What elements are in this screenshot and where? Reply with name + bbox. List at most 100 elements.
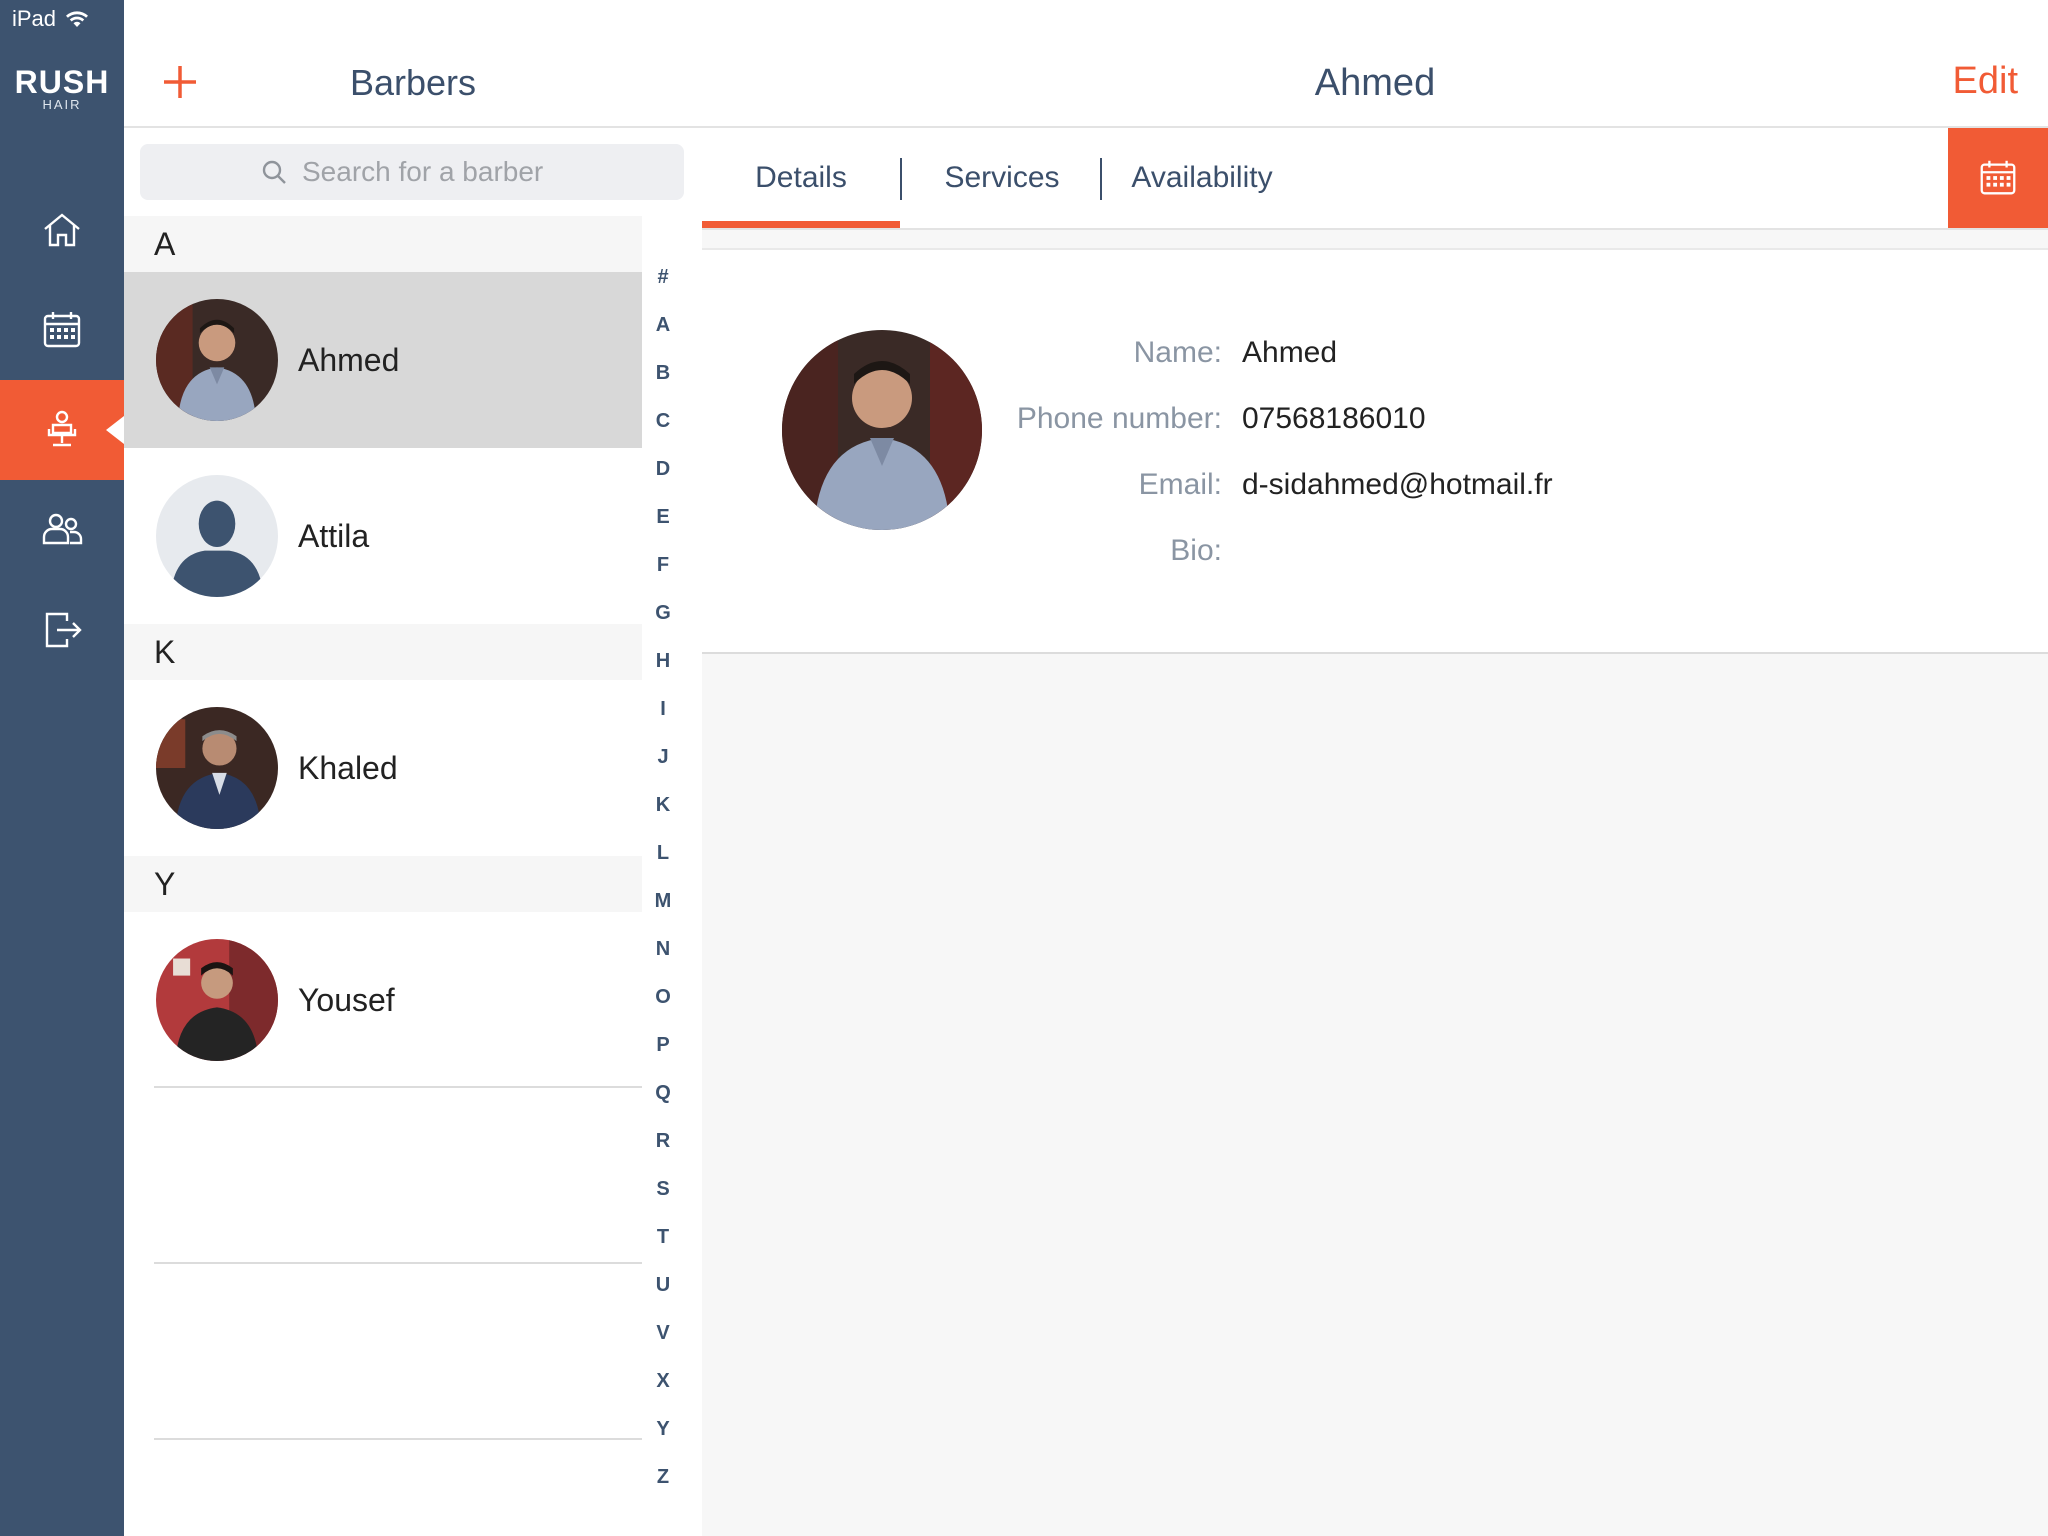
index-letter[interactable]: H xyxy=(648,646,678,694)
field-label: Email: xyxy=(1138,468,1222,501)
search-bar[interactable] xyxy=(140,144,684,200)
list-title: Barbers xyxy=(349,62,477,103)
nav-logout[interactable] xyxy=(0,580,124,680)
barber-name: Ahmed xyxy=(298,341,400,378)
calendar-icon xyxy=(1980,160,2016,195)
avatar-photo xyxy=(156,939,278,1061)
tab-services[interactable]: Services xyxy=(902,128,1102,228)
calendar-button[interactable] xyxy=(1948,128,2048,228)
row-divider xyxy=(154,1262,642,1264)
field-phone: Phone number: 07568186010 xyxy=(952,402,1852,452)
section-letter: K xyxy=(154,634,176,670)
index-letter[interactable]: D xyxy=(648,454,678,502)
index-letter[interactable]: M xyxy=(648,886,678,934)
index-letter[interactable]: F xyxy=(648,550,678,598)
index-letter[interactable]: E xyxy=(648,502,678,550)
default-avatar-icon xyxy=(156,475,278,597)
list-header: Barbers xyxy=(124,42,702,128)
section-letter: A xyxy=(154,226,176,262)
index-letter[interactable]: L xyxy=(648,838,678,886)
field-email: Email: d-sidahmed@hotmail.fr xyxy=(952,468,1852,518)
detail-title: Ahmed xyxy=(1314,62,1436,104)
detail-header: Ahmed Edit xyxy=(702,42,2048,128)
barber-name: Attila xyxy=(298,517,370,554)
index-letter[interactable]: V xyxy=(648,1318,678,1366)
field-bio: Bio: xyxy=(952,534,1852,584)
row-divider xyxy=(154,1086,642,1088)
index-letter[interactable]: P xyxy=(648,1030,678,1078)
index-letter[interactable]: O xyxy=(648,982,678,1030)
index-letter[interactable]: G xyxy=(648,598,678,646)
index-letter[interactable]: X xyxy=(648,1366,678,1414)
index-letter[interactable]: T xyxy=(648,1222,678,1270)
tab-availability[interactable]: Availability xyxy=(1102,128,1302,228)
nav-barbers[interactable] xyxy=(0,380,124,480)
index-letter[interactable]: # xyxy=(648,262,678,310)
field-name: Name: Ahmed xyxy=(952,336,1852,386)
index-letter[interactable]: U xyxy=(648,1270,678,1318)
barber-detail-panel: Ahmed Edit Details Services Availability… xyxy=(702,0,2048,1536)
avatar-photo xyxy=(156,299,278,421)
index-letter[interactable]: K xyxy=(648,790,678,838)
avatar-yousef xyxy=(156,939,278,1061)
barber-name: Yousef xyxy=(298,981,395,1018)
list-item-yousef[interactable]: Yousef xyxy=(124,912,642,1088)
barber-name: Khaled xyxy=(298,749,398,786)
row-divider xyxy=(154,1438,642,1440)
barber-chair-icon xyxy=(47,410,77,447)
index-letter[interactable]: Q xyxy=(648,1078,678,1126)
field-value: 07568186010 xyxy=(1242,402,1426,435)
avatar-photo xyxy=(156,707,278,829)
index-letter[interactable]: J xyxy=(648,742,678,790)
logo-sub: HAIR xyxy=(42,97,82,112)
nav-home[interactable] xyxy=(0,180,124,280)
tab-label: Services xyxy=(944,161,1060,194)
field-label: Bio: xyxy=(1170,534,1222,567)
wifi-icon xyxy=(66,11,89,27)
tabs-bar: Details Services Availability xyxy=(702,128,2048,230)
index-letter[interactable]: R xyxy=(648,1126,678,1174)
home-icon xyxy=(44,213,80,247)
calendar-icon xyxy=(43,312,81,348)
index-letter[interactable]: I xyxy=(648,694,678,742)
nav-calendar[interactable] xyxy=(0,280,124,380)
app-logo: RUSH HAIR xyxy=(0,66,124,112)
index-letter[interactable]: Z xyxy=(648,1462,678,1510)
search-input[interactable] xyxy=(300,155,564,189)
barbers-list-panel: Barbers A Ahmed Attila K Khaled Y xyxy=(124,0,704,1536)
index-letter[interactable]: A xyxy=(648,310,678,358)
status-bar-left: iPad xyxy=(12,6,90,32)
edit-button[interactable]: Edit xyxy=(1953,60,2018,103)
avatar-attila xyxy=(156,475,278,597)
alphabet-index[interactable]: # A B C D E F G H I J K L M N O P Q R S T U V X Y Z xyxy=(648,262,678,1510)
index-letter[interactable]: S xyxy=(648,1174,678,1222)
index-letter[interactable]: C xyxy=(648,406,678,454)
list-item-khaled[interactable]: Khaled xyxy=(124,680,642,856)
logo-brand: RUSH xyxy=(14,64,110,100)
field-value: Ahmed xyxy=(1242,336,1338,369)
avatar-ahmed xyxy=(156,299,278,421)
list-item-ahmed[interactable]: Ahmed xyxy=(124,272,642,448)
section-header-k: K xyxy=(124,624,642,680)
section-header-a: A xyxy=(124,216,642,272)
index-letter[interactable]: B xyxy=(648,358,678,406)
status-bar-background xyxy=(702,0,2048,42)
side-navigation: RUSH HAIR xyxy=(0,0,124,1536)
tab-details[interactable]: Details xyxy=(702,128,900,228)
clients-icon xyxy=(42,513,83,545)
field-label: Name: xyxy=(1133,336,1222,369)
index-letter[interactable]: Y xyxy=(648,1414,678,1462)
details-card: Name: Ahmed Phone number: 07568186010 Em… xyxy=(702,248,2048,654)
search-icon xyxy=(262,160,286,184)
nav-clients[interactable] xyxy=(0,480,124,580)
list-item-attila[interactable]: Attila xyxy=(124,448,642,624)
index-letter[interactable]: N xyxy=(648,934,678,982)
device-label: iPad xyxy=(12,6,57,31)
tab-label: Details xyxy=(755,161,847,194)
section-header-y: Y xyxy=(124,856,642,912)
field-value: d-sidahmed@hotmail.fr xyxy=(1242,468,1553,501)
section-letter: Y xyxy=(154,866,176,902)
tab-label: Availability xyxy=(1131,161,1273,194)
avatar-khaled xyxy=(156,707,278,829)
field-label: Phone number: xyxy=(1016,402,1222,435)
